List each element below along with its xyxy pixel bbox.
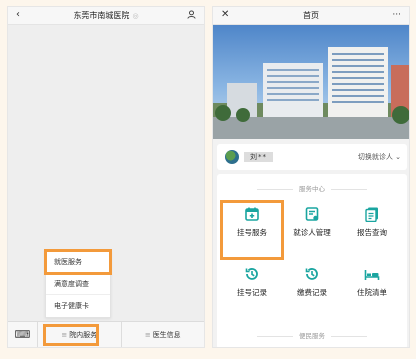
right-page-title: 首页: [303, 11, 319, 20]
profile-icon[interactable]: [187, 10, 196, 22]
service-label: 报告查询: [357, 228, 387, 237]
right-phone-screen: ✕ 首页 ··· 刘** 切换就诊人 ⌄ 服务中心 挂号服务 就诊人管理 报告查…: [212, 6, 410, 348]
patient-name: 刘**: [244, 152, 273, 162]
service-payment-history[interactable]: 缴费记录: [282, 260, 342, 316]
service-registration-history[interactable]: 挂号记录: [222, 260, 282, 316]
left-phone-screen: ‹ 东莞市南城医院 ◎ 就医服务 满意度调查 电子健康卡 ⌨ ≡ 院内服务 ≡ 医生…: [7, 6, 205, 348]
history-icon: [305, 268, 318, 280]
history-icon: [245, 268, 258, 280]
service-label: 挂号记录: [237, 288, 267, 297]
left-top-bar: ‹ 东莞市南城医院 ◎: [8, 7, 204, 25]
menu-item-medical-service[interactable]: 就医服务: [44, 249, 112, 275]
service-report-query[interactable]: 报告查询: [342, 200, 402, 256]
document-icon: [365, 207, 378, 222]
back-icon[interactable]: ‹: [16, 9, 20, 20]
service-patient-management[interactable]: 就诊人管理: [282, 200, 342, 256]
menu-item-health-card[interactable]: 电子健康卡: [46, 295, 110, 317]
close-icon[interactable]: ✕: [221, 9, 229, 20]
keyboard-icon[interactable]: ⌨: [8, 322, 38, 347]
highlight-box: [43, 324, 99, 346]
hospital-banner-image: [213, 25, 409, 139]
bottom-menu-bar: ⌨ ≡ 院内服务 ≡ 医生信息: [8, 321, 204, 347]
service-center-title: 服务中心: [217, 183, 407, 193]
bed-icon: [364, 270, 380, 280]
bottom-menu-hospital-services[interactable]: ≡ 院内服务: [38, 322, 121, 347]
patient-bar[interactable]: 刘** 切换就诊人 ⌄: [217, 144, 407, 170]
more-icon[interactable]: ···: [392, 10, 401, 20]
user-card-icon: [305, 207, 319, 221]
right-top-bar: ✕ 首页 ···: [213, 7, 409, 25]
service-popup-menu: 就医服务 满意度调查 电子健康卡: [44, 249, 112, 318]
convenience-section-title: 便民服务: [217, 330, 407, 340]
service-label: 就诊人管理: [293, 228, 331, 237]
menu-item-satisfaction-survey[interactable]: 满意度调查: [46, 273, 110, 295]
avatar: [225, 150, 239, 164]
left-page-title: 东莞市南城医院: [73, 11, 130, 20]
service-inpatient-list[interactable]: 住院清单: [342, 260, 402, 316]
bottom-menu-doctor-info[interactable]: ≡ 医生信息: [120, 322, 205, 347]
switch-patient-button[interactable]: 切换就诊人 ⌄: [358, 152, 401, 162]
service-center-card: 服务中心 挂号服务 就诊人管理 报告查询 挂号记录 缴费记录 住院清单 便民服务: [217, 174, 407, 347]
verified-icon: ◎: [132, 11, 139, 20]
service-label: 缴费记录: [297, 288, 327, 297]
bottom-menu-label: 医生信息: [152, 331, 181, 339]
service-label: 住院清单: [357, 288, 387, 297]
highlight-box: [220, 200, 284, 260]
